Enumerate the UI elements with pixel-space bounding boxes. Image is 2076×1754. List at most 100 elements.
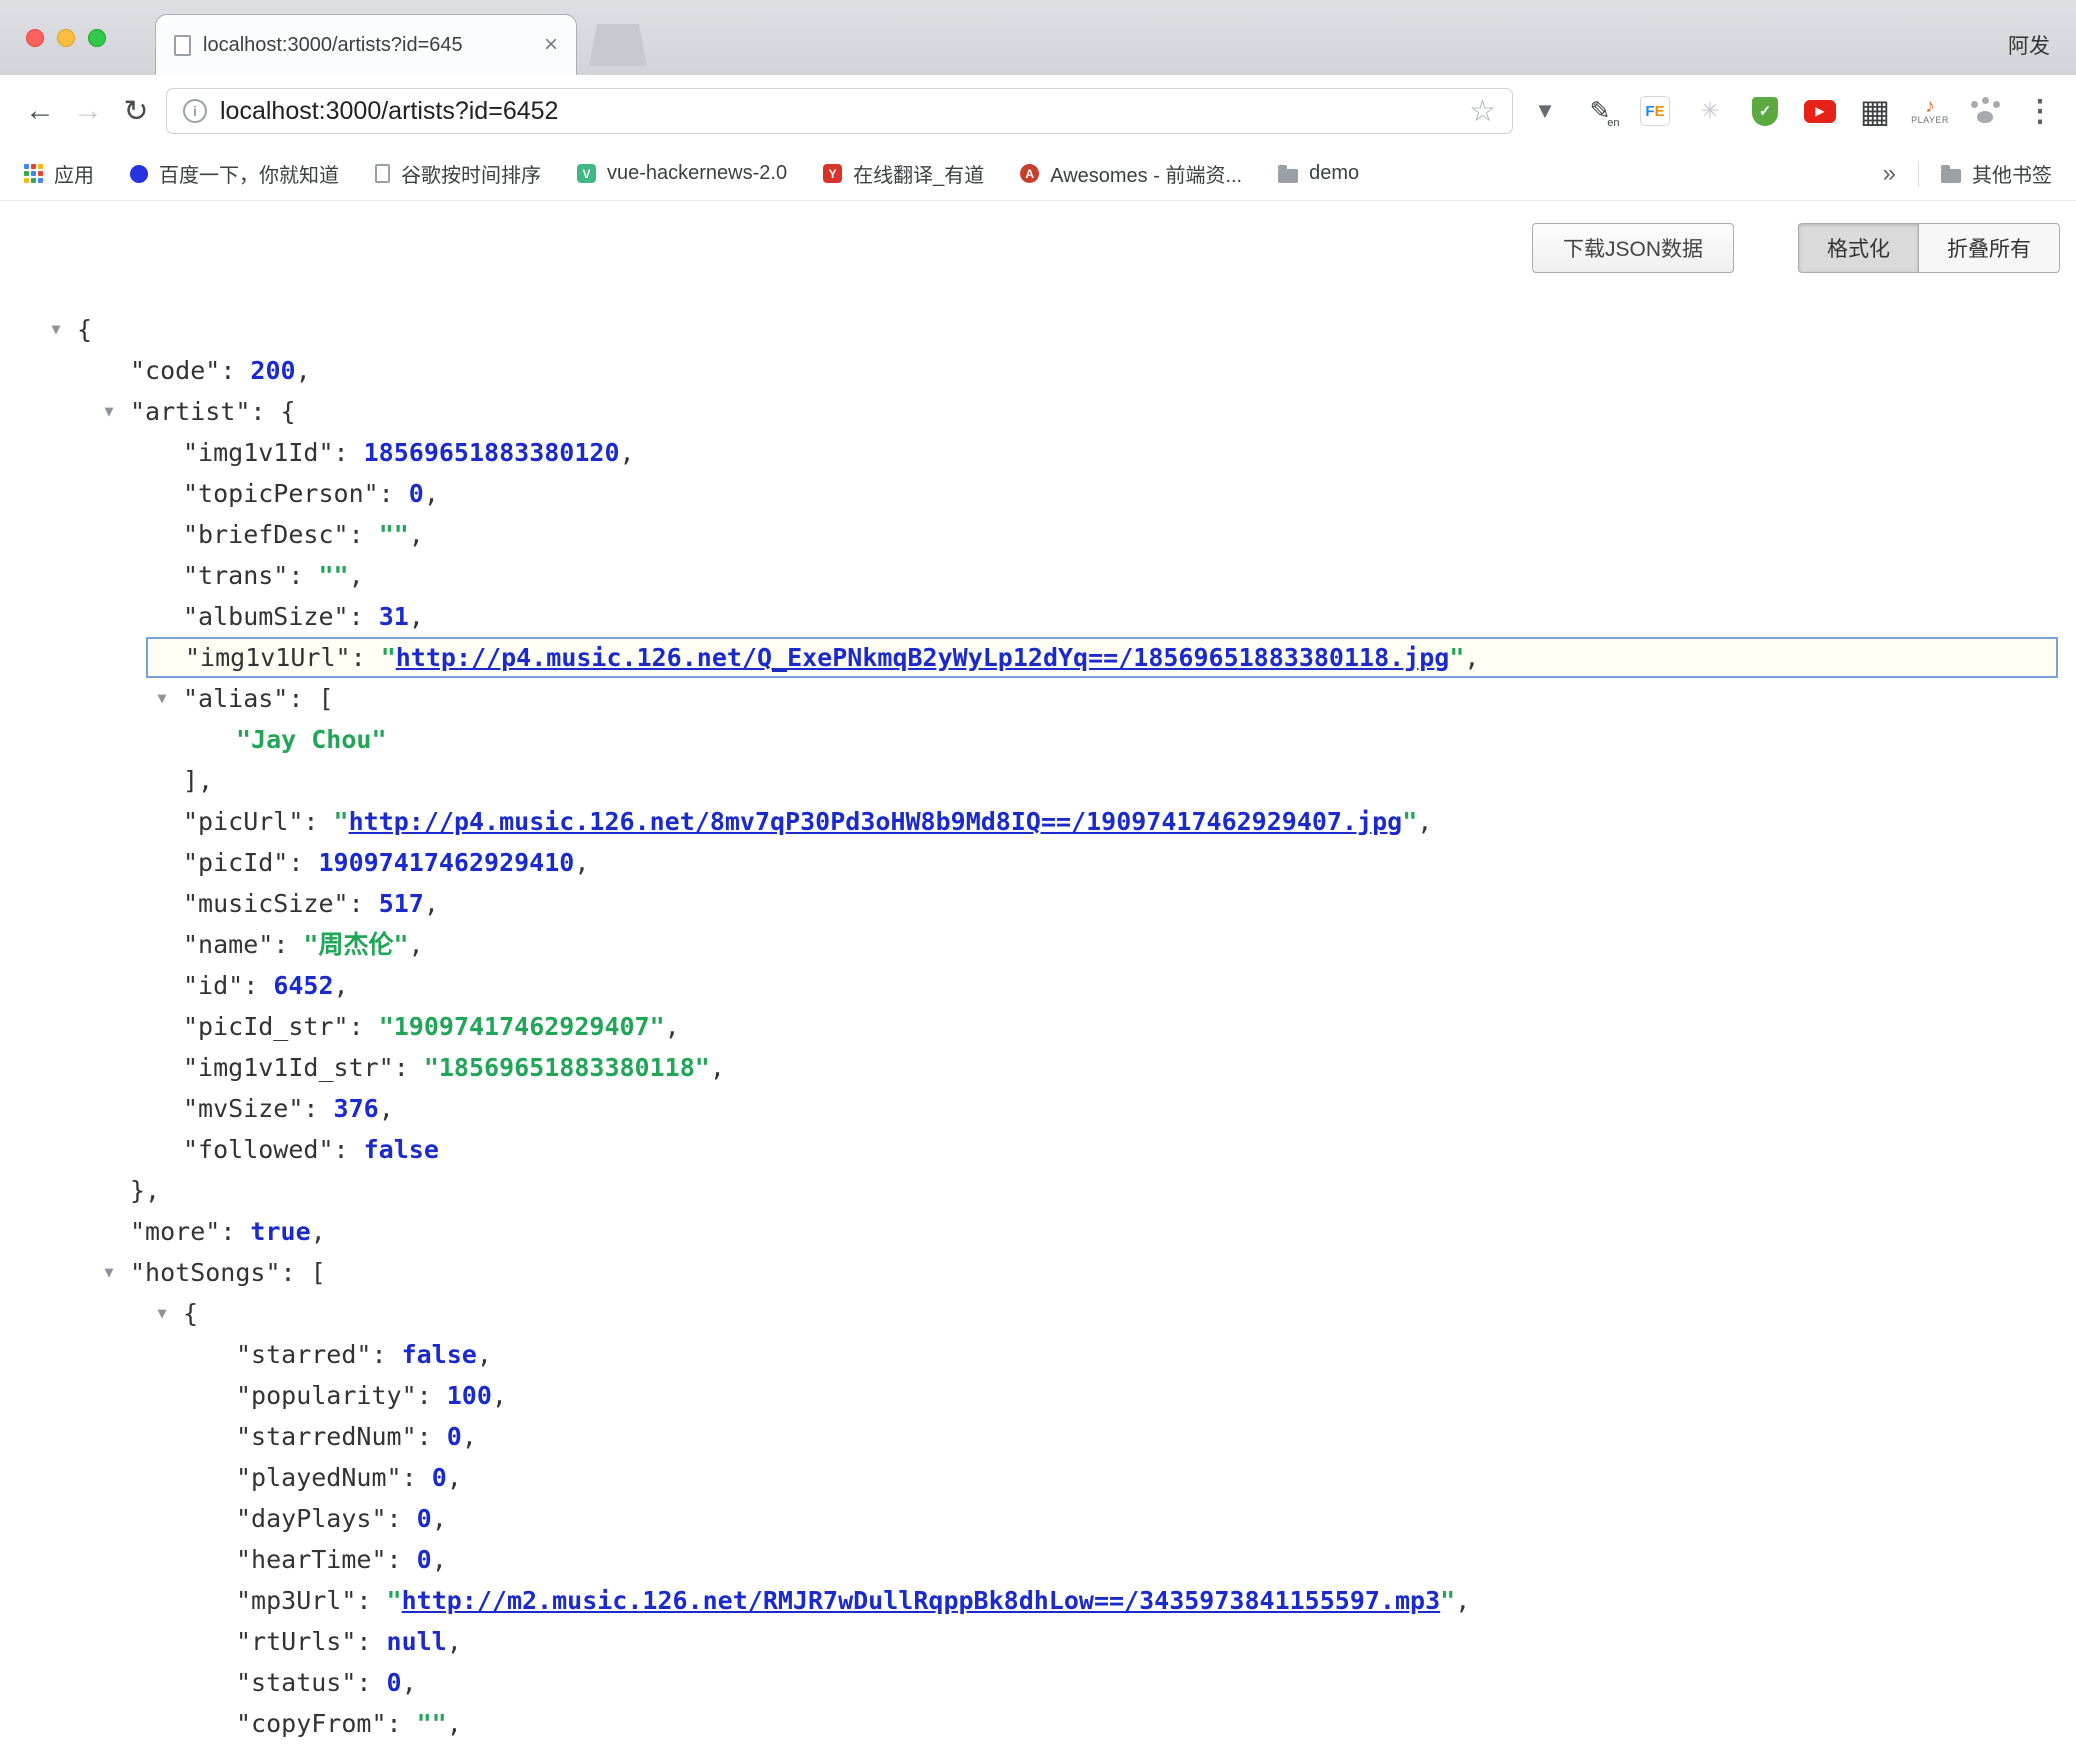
json-token-punc: , [409,520,424,549]
bookmark-awesomes[interactable]: A Awesomes - 前端资... [1020,159,1242,188]
json-token-punc: : [303,807,333,836]
paw-extension-icon[interactable] [1965,89,2005,133]
bookmark-google-sort[interactable]: 谷歌按时间排序 [375,159,541,188]
fehelper-extension-icon[interactable]: FE [1635,89,1675,133]
url-text[interactable]: localhost:3000/artists?id=6452 [220,97,1456,126]
close-window-button[interactable] [26,29,44,47]
pen-icon: ✎ en [1590,96,1611,126]
back-button[interactable]: ← [16,87,64,135]
json-token-punc: , [710,1053,725,1082]
zoom-window-button[interactable] [88,29,106,47]
json-url-link[interactable]: http://p4.music.126.net/Q_ExePNkmqB2yWyL… [396,643,1450,672]
profile-name[interactable]: 阿发 [2008,30,2050,60]
player-extension-icon[interactable]: ♪ PLAYER [1910,89,1950,133]
unknown-extension-icon[interactable]: ✳ [1690,89,1730,133]
json-token-num: 0 [447,1422,462,1451]
json-token-punc: , [620,438,635,467]
player-icon: ♪ PLAYER [1911,97,1949,125]
json-token-num: 376 [334,1094,379,1123]
new-tab-button[interactable] [589,24,647,66]
qrcode-extension-icon[interactable]: ▦ [1855,89,1895,133]
json-token-punc: , [462,1422,477,1451]
json-line: ▼"artist": { [0,391,2076,432]
json-token-punc: : [220,1217,250,1246]
other-bookmarks-folder[interactable]: 其他书签 [1941,159,2052,188]
tab-close-icon[interactable]: × [544,33,558,57]
format-button[interactable]: 格式化 [1798,223,1918,273]
bookmark-label: demo [1309,162,1359,185]
json-token-str: "18569651883380118" [424,1053,710,1082]
browser-menu-button[interactable]: ⋮ [2020,89,2060,133]
json-token-punc: : [379,479,409,508]
json-line: "playedNum": 0, [0,1457,2076,1498]
collapse-all-button[interactable]: 折叠所有 [1918,223,2060,273]
json-url-link[interactable]: http://p4.music.126.net/8mv7qP30Pd3oHW8b… [349,807,1403,836]
minimize-window-button[interactable] [57,29,75,47]
json-token-str: "" [379,520,409,549]
json-token-key: "picId_str" [183,1012,349,1041]
bookmark-label: 百度一下，你就知道 [159,159,339,188]
json-token-key: "alias" [183,684,288,713]
youdao-icon: Y [823,164,842,183]
translate-extension-icon[interactable]: ✎ en [1580,89,1620,133]
json-token-key: "name" [183,930,273,959]
folder-icon [1278,169,1298,183]
json-token-num: 0 [417,1545,432,1574]
json-token-key: "img1v1Id_str" [183,1053,394,1082]
json-token-str: " [387,1586,402,1615]
json-token-punc: { [77,315,92,344]
page-info-icon[interactable]: i [183,99,207,123]
json-token-punc: : [356,1586,386,1615]
json-line: "musicSize": 517, [0,883,2076,924]
bookmark-baidu[interactable]: 百度一下，你就知道 [130,159,339,188]
bookmark-demo-folder[interactable]: demo [1278,162,1359,185]
json-token-punc: , [447,1709,462,1738]
json-token-punc: , [665,1012,680,1041]
json-token-num: 517 [379,889,424,918]
bookmarks-overflow-chevron[interactable]: » [1883,160,1896,188]
youtube-extension-icon[interactable]: ▶ [1800,89,1840,133]
json-line: "more": true, [0,1211,2076,1252]
json-token-punc: , [424,479,439,508]
tab-title: localhost:3000/artists?id=645 [203,34,532,57]
bookmark-apps[interactable]: 应用 [24,159,94,188]
json-line: "starred": false, [0,1334,2076,1375]
vue-icon: V [577,164,596,183]
json-token-key: "picUrl" [183,807,303,836]
bookmark-vue-hackernews[interactable]: V vue-hackernews-2.0 [577,162,787,185]
json-line: ], [0,760,2076,801]
download-json-button[interactable]: 下载JSON数据 [1532,223,1734,273]
reload-button[interactable]: ↻ [112,87,160,135]
json-token-num: 31 [379,602,409,631]
collapse-arrow-icon[interactable]: ▼ [98,1252,120,1293]
json-toolbar: 下载JSON数据 格式化 折叠所有 [0,223,2076,273]
json-token-key: "dayPlays" [236,1504,387,1533]
json-token-punc: : [356,1627,386,1656]
json-line: "name": "周杰伦", [0,924,2076,965]
bookmark-star-icon[interactable]: ☆ [1469,94,1496,129]
json-token-punc: : [349,520,379,549]
json-token-punc: , [447,1463,462,1492]
json-token-punc: : [349,1012,379,1041]
json-url-link[interactable]: http://m2.music.126.net/RMJR7wDullRqppBk… [402,1586,1441,1615]
apps-grid-icon [24,164,43,183]
collapse-arrow-icon[interactable]: ▼ [151,678,173,719]
address-bar[interactable]: i localhost:3000/artists?id=6452 ☆ [166,88,1513,134]
json-line: ▼{ [0,309,2076,350]
collapse-arrow-icon[interactable]: ▼ [45,309,67,350]
collapse-arrow-icon[interactable]: ▼ [98,391,120,432]
json-token-punc: { [183,1299,198,1328]
validator-extension-icon[interactable]: ▼ [1525,89,1565,133]
json-token-num: 18569651883380120 [364,438,620,467]
json-line: "albumSize": 31, [0,596,2076,637]
adguard-extension-icon[interactable]: ✓ [1745,89,1785,133]
json-line: "picUrl": "http://p4.music.126.net/8mv7q… [0,801,2076,842]
json-token-punc: : [273,930,303,959]
browser-tab[interactable]: localhost:3000/artists?id=645 × [155,14,577,75]
json-token-punc: : [387,1545,417,1574]
json-token-key: "briefDesc" [183,520,349,549]
collapse-arrow-icon[interactable]: ▼ [151,1293,173,1334]
json-token-punc: : [243,971,273,1000]
navigation-bar: ← → ↻ i localhost:3000/artists?id=6452 ☆… [0,75,2076,147]
bookmark-youdao[interactable]: Y 在线翻译_有道 [823,159,984,188]
